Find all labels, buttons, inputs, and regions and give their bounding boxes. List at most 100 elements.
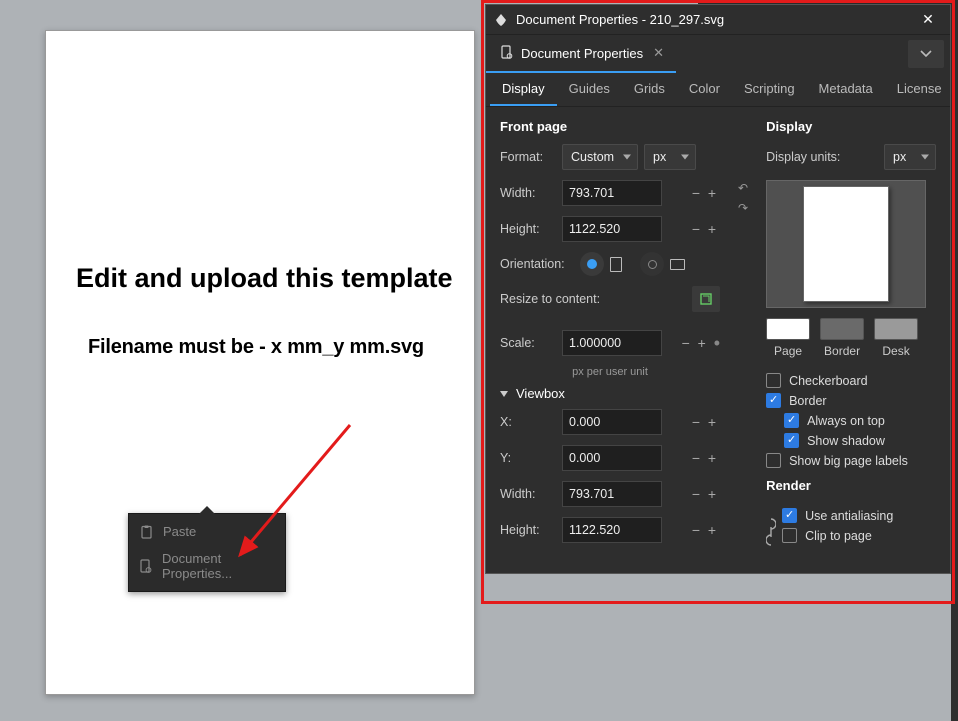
format-select[interactable]: Custom <box>562 144 638 170</box>
page-color-swatch[interactable] <box>766 318 810 340</box>
scale-input[interactable] <box>562 330 662 356</box>
scale-options-dot[interactable]: • <box>714 334 720 352</box>
portrait-page-icon <box>610 257 622 272</box>
resize-to-content-row: Resize to content: <box>500 286 720 312</box>
resize-to-content-label: Resize to content: <box>500 292 620 306</box>
front-page-heading: Front page <box>500 119 720 134</box>
subtab-guides[interactable]: Guides <box>557 73 622 106</box>
orientation-portrait-radio[interactable] <box>580 252 604 276</box>
checkbox-checked-icon <box>782 508 797 523</box>
context-menu-item-paste[interactable]: Paste <box>129 518 285 545</box>
document-canvas: Edit and upload this template Filename m… <box>45 30 475 695</box>
format-unit-select[interactable]: px <box>644 144 696 170</box>
dialog-title: Document Properties - 210_297.svg <box>516 12 914 27</box>
viewbox-width-decrement[interactable] <box>688 481 704 507</box>
link-icon[interactable] <box>766 517 776 550</box>
scale-decrement[interactable] <box>678 330 694 356</box>
checkbox-checked-icon <box>784 433 799 448</box>
dialog-close-button[interactable]: ✕ <box>914 11 942 28</box>
antialiasing-checkbox-row[interactable]: Use antialiasing <box>782 508 936 523</box>
width-row: Width: <box>500 180 720 206</box>
scale-label: Scale: <box>500 336 562 350</box>
panel-collapse-button[interactable] <box>908 40 944 68</box>
display-units-select[interactable]: px <box>884 144 936 170</box>
viewbox-width-increment[interactable] <box>704 481 720 507</box>
subtab-license[interactable]: License <box>885 73 954 106</box>
rotate-ccw-button[interactable]: ↶ <box>738 181 748 195</box>
width-input[interactable] <box>562 180 662 206</box>
inkscape-app-icon <box>494 13 508 27</box>
viewbox-width-input[interactable] <box>562 481 662 507</box>
page-preview-rect <box>803 186 889 302</box>
scale-increment[interactable] <box>694 330 710 356</box>
viewbox-height-label: Height: <box>500 523 562 537</box>
viewbox-y-row: Y: <box>500 445 720 471</box>
rotate-cw-button[interactable]: ↷ <box>738 201 748 215</box>
checkbox-unchecked-icon <box>766 453 781 468</box>
viewbox-height-decrement[interactable] <box>688 517 704 543</box>
orientation-landscape-radio[interactable] <box>640 252 664 276</box>
always-on-top-checkbox-row[interactable]: Always on top <box>784 413 936 428</box>
clip-to-page-checkbox-row[interactable]: Clip to page <box>782 528 936 543</box>
front-page-column: Front page Format: Custom px Width: Heig… <box>500 119 720 553</box>
viewbox-x-decrement[interactable] <box>688 409 704 435</box>
format-label: Format: <box>500 150 562 164</box>
viewbox-y-decrement[interactable] <box>688 445 704 471</box>
subtab-grids[interactable]: Grids <box>622 73 677 106</box>
viewbox-height-increment[interactable] <box>704 517 720 543</box>
subtab-color[interactable]: Color <box>677 73 732 106</box>
landscape-page-icon <box>670 259 685 270</box>
checkerboard-checkbox-row[interactable]: Checkerboard <box>766 373 936 388</box>
big-page-labels-checkbox-row[interactable]: Show big page labels <box>766 453 936 468</box>
viewbox-heading: Viewbox <box>516 386 565 401</box>
viewbox-y-increment[interactable] <box>704 445 720 471</box>
border-label: Border <box>789 394 827 408</box>
chevron-down-icon <box>920 50 932 58</box>
resize-to-content-button[interactable] <box>692 286 720 312</box>
subtab-metadata[interactable]: Metadata <box>807 73 885 106</box>
context-menu-item-label: Paste <box>163 524 196 539</box>
height-input[interactable] <box>562 216 662 242</box>
clip-to-page-label: Clip to page <box>805 529 872 543</box>
viewbox-y-input[interactable] <box>562 445 662 471</box>
always-on-top-label: Always on top <box>807 414 885 428</box>
display-column: Display Display units: px Page Border <box>766 119 936 553</box>
border-color-swatch[interactable] <box>820 318 864 340</box>
viewbox-height-input[interactable] <box>562 517 662 543</box>
scale-row: Scale: • <box>500 330 720 356</box>
show-shadow-checkbox-row[interactable]: Show shadow <box>784 433 936 448</box>
dialog-titlebar[interactable]: Document Properties - 210_297.svg ✕ <box>486 5 950 35</box>
dialog-tab-document-properties[interactable]: Document Properties ✕ <box>486 35 676 73</box>
canvas-sub-text: Filename must be - x mm_y mm.svg <box>88 336 424 359</box>
dialog-body: Front page Format: Custom px Width: Heig… <box>486 107 950 573</box>
height-row: Height: <box>500 216 720 242</box>
viewbox-heading-row[interactable]: Viewbox <box>500 386 720 401</box>
subtab-display[interactable]: Display <box>490 73 557 106</box>
height-increment[interactable] <box>704 216 720 242</box>
dialog-subtabs: Display Guides Grids Color Scripting Met… <box>486 73 950 107</box>
desk-color-swatch[interactable] <box>874 318 918 340</box>
checkbox-unchecked-icon <box>782 528 797 543</box>
tab-close-button[interactable]: ✕ <box>651 45 666 61</box>
display-units-row: Display units: px <box>766 144 936 170</box>
width-increment[interactable] <box>704 180 720 206</box>
right-dock-edge <box>951 0 958 721</box>
viewbox-x-row: X: <box>500 409 720 435</box>
subtab-scripting[interactable]: Scripting <box>732 73 807 106</box>
big-page-labels-label: Show big page labels <box>789 454 908 468</box>
dialog-tab-label: Document Properties <box>521 46 643 61</box>
document-properties-icon <box>500 45 513 62</box>
viewbox-x-increment[interactable] <box>704 409 720 435</box>
viewbox-width-row: Width: <box>500 481 720 507</box>
orientation-label: Orientation: <box>500 257 580 271</box>
viewbox-width-label: Width: <box>500 487 562 501</box>
show-shadow-label: Show shadow <box>807 434 885 448</box>
viewbox-height-row: Height: <box>500 517 720 543</box>
context-menu-pointer <box>199 506 215 514</box>
height-decrement[interactable] <box>688 216 704 242</box>
width-decrement[interactable] <box>688 180 704 206</box>
orientation-row: Orientation: <box>500 252 720 276</box>
viewbox-x-input[interactable] <box>562 409 662 435</box>
border-checkbox-row[interactable]: Border <box>766 393 936 408</box>
context-menu-item-docprops[interactable]: Document Properties... <box>129 545 285 587</box>
